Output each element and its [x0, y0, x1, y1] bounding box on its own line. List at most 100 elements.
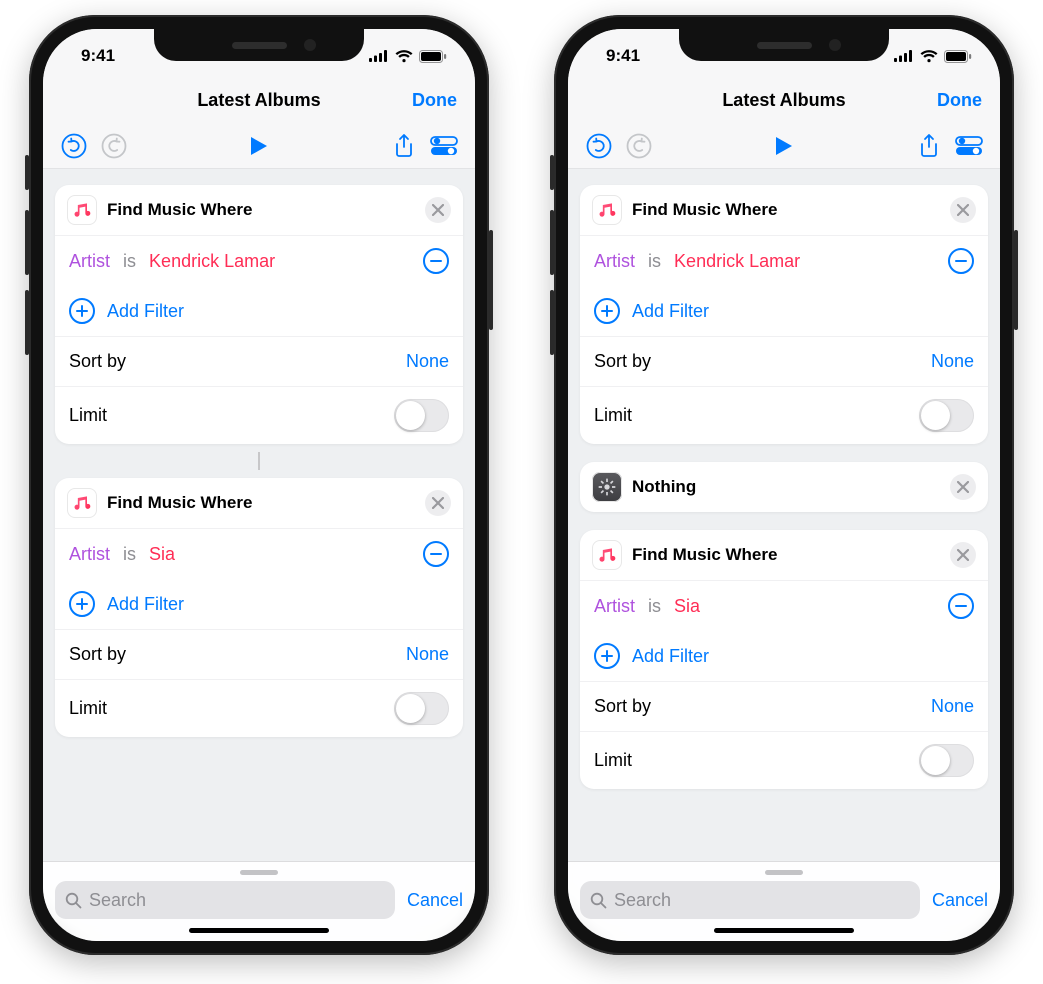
filter-field[interactable]: Artist [69, 251, 110, 271]
add-filter-row[interactable]: Add Filter [55, 579, 463, 629]
wifi-icon [395, 50, 413, 63]
filter-value[interactable]: Sia [674, 596, 700, 616]
add-filter-row[interactable]: Add Filter [580, 631, 988, 681]
add-filter-label[interactable]: Add Filter [632, 646, 709, 667]
action-card-find-music-1[interactable]: Find Music Where Artist is Sia [55, 478, 463, 737]
shortcut-editor[interactable]: Find Music Where Artist is Kendrick Lama… [568, 169, 1000, 871]
sheet-grabber[interactable] [240, 870, 278, 875]
done-button[interactable]: Done [937, 90, 982, 111]
home-indicator[interactable] [714, 928, 854, 933]
action-card-nothing[interactable]: Nothing [580, 462, 988, 512]
remove-filter-button[interactable] [948, 593, 974, 619]
filter-row[interactable]: Artist is Kendrick Lamar [580, 236, 988, 286]
action-card-find-music-1[interactable]: Find Music Where Artist is Sia [580, 530, 988, 789]
action-title: Find Music Where [107, 493, 415, 513]
action-card-find-music-0[interactable]: Find Music Where Artist is Kendrick Lama… [580, 185, 988, 444]
filter-row[interactable]: Artist is Sia [55, 529, 463, 579]
sort-by-label: Sort by [69, 644, 126, 665]
limit-label: Limit [594, 405, 632, 426]
limit-toggle[interactable] [919, 744, 974, 777]
done-button[interactable]: Done [412, 90, 457, 111]
filter-op[interactable]: is [123, 251, 136, 271]
cancel-button[interactable]: Cancel [407, 890, 463, 911]
music-app-icon [592, 195, 622, 225]
redo-button [622, 129, 656, 163]
add-filter-icon[interactable] [594, 298, 620, 324]
remove-action-button[interactable] [950, 542, 976, 568]
run-button[interactable] [242, 129, 276, 163]
filter-field[interactable]: Artist [594, 251, 635, 271]
redo-button [97, 129, 131, 163]
search-input[interactable]: Search [55, 881, 395, 919]
add-filter-label[interactable]: Add Filter [107, 594, 184, 615]
sort-by-row[interactable]: Sort by None [580, 336, 988, 386]
signal-icon [369, 50, 389, 62]
nav-bar: Latest Albums Done [43, 77, 475, 123]
limit-toggle[interactable] [394, 692, 449, 725]
limit-label: Limit [69, 698, 107, 719]
filter-op[interactable]: is [648, 251, 661, 271]
filter-row[interactable]: Artist is Sia [580, 581, 988, 631]
add-filter-icon[interactable] [594, 643, 620, 669]
music-app-icon [592, 540, 622, 570]
run-button[interactable] [767, 129, 801, 163]
action-title: Find Music Where [632, 200, 940, 220]
filter-value[interactable]: Kendrick Lamar [674, 251, 800, 271]
shortcut-editor[interactable]: Find Music Where Artist is Kendrick Lama… [43, 169, 475, 871]
remove-action-button[interactable] [950, 197, 976, 223]
sort-by-value[interactable]: None [406, 351, 449, 372]
wifi-icon [920, 50, 938, 63]
add-filter-icon[interactable] [69, 591, 95, 617]
search-input[interactable]: Search [580, 881, 920, 919]
music-app-icon [67, 488, 97, 518]
limit-label: Limit [594, 750, 632, 771]
undo-button[interactable] [582, 129, 616, 163]
status-time: 9:41 [71, 40, 115, 66]
settings-toggle-button[interactable] [427, 129, 461, 163]
add-filter-row[interactable]: Add Filter [55, 286, 463, 336]
search-placeholder: Search [89, 890, 146, 911]
add-filter-icon[interactable] [69, 298, 95, 324]
limit-row: Limit [580, 731, 988, 789]
share-button[interactable] [912, 129, 946, 163]
home-indicator[interactable] [189, 928, 329, 933]
sort-by-row[interactable]: Sort by None [580, 681, 988, 731]
remove-action-button[interactable] [425, 490, 451, 516]
share-button[interactable] [387, 129, 421, 163]
filter-field[interactable]: Artist [69, 544, 110, 564]
two-phone-stage: 9:41 Latest Albums Done [0, 0, 1043, 970]
limit-label: Limit [69, 405, 107, 426]
remove-filter-button[interactable] [948, 248, 974, 274]
add-filter-row[interactable]: Add Filter [580, 286, 988, 336]
filter-op[interactable]: is [123, 544, 136, 564]
filter-row[interactable]: Artist is Kendrick Lamar [55, 236, 463, 286]
cancel-button[interactable]: Cancel [932, 890, 988, 911]
filter-value[interactable]: Sia [149, 544, 175, 564]
settings-toggle-button[interactable] [952, 129, 986, 163]
phone-left: 9:41 Latest Albums Done [29, 15, 489, 955]
add-filter-label[interactable]: Add Filter [632, 301, 709, 322]
status-time: 9:41 [596, 40, 640, 66]
action-title: Find Music Where [107, 200, 415, 220]
action-card-find-music-0[interactable]: Find Music Where Artist is Kendrick Lama… [55, 185, 463, 444]
limit-toggle[interactable] [394, 399, 449, 432]
remove-filter-button[interactable] [423, 248, 449, 274]
sheet-grabber[interactable] [765, 870, 803, 875]
sort-by-value[interactable]: None [406, 644, 449, 665]
filter-op[interactable]: is [648, 596, 661, 616]
limit-toggle[interactable] [919, 399, 974, 432]
sort-by-value[interactable]: None [931, 696, 974, 717]
add-filter-label[interactable]: Add Filter [107, 301, 184, 322]
remove-action-button[interactable] [950, 474, 976, 500]
search-icon [590, 892, 607, 909]
sort-by-row[interactable]: Sort by None [55, 629, 463, 679]
filter-field[interactable]: Artist [594, 596, 635, 616]
sort-by-value[interactable]: None [931, 351, 974, 372]
nav-bar: Latest Albums Done [568, 77, 1000, 123]
search-icon [65, 892, 82, 909]
undo-button[interactable] [57, 129, 91, 163]
sort-by-row[interactable]: Sort by None [55, 336, 463, 386]
filter-value[interactable]: Kendrick Lamar [149, 251, 275, 271]
remove-filter-button[interactable] [423, 541, 449, 567]
remove-action-button[interactable] [425, 197, 451, 223]
